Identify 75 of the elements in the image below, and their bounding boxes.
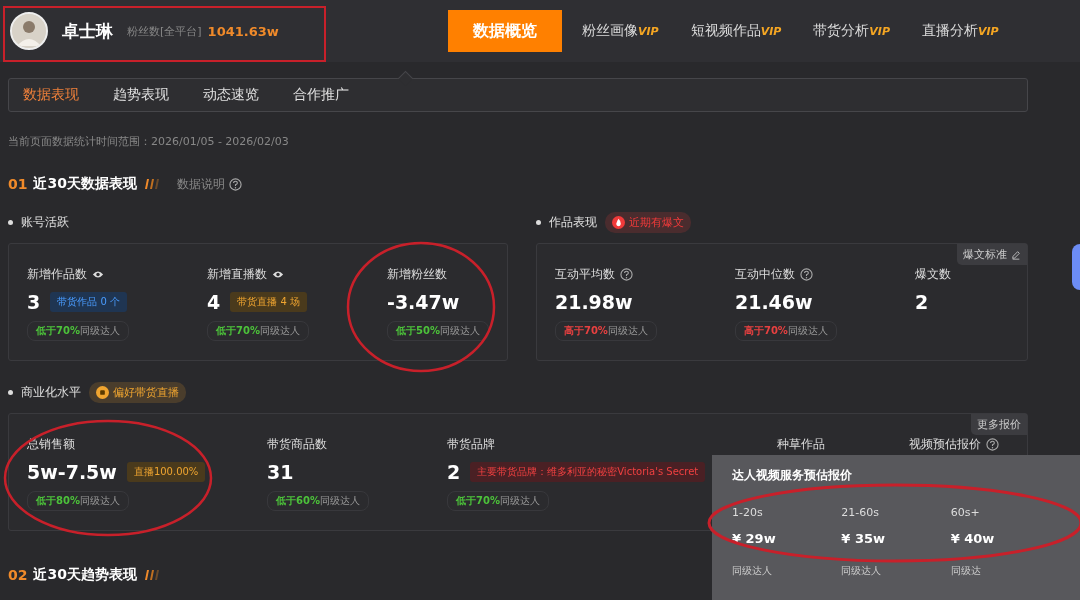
nav-tab[interactable]: 带货分析VIP [797,10,906,52]
subsection-title: 商业化水平 [21,383,81,401]
nav-tab[interactable]: 粉丝画像VIP [566,10,675,52]
help-link[interactable]: 数据说明 [176,175,225,193]
metric-label: 带货品牌 [447,436,495,453]
section-number: 01 [8,176,28,192]
status-badge: 近期有爆文 [604,211,691,233]
metric-tag: 带货作品 0 个 [50,292,127,312]
metric-label: 新增粉丝数 [387,266,447,283]
sub-tab[interactable]: 合作推广 [285,86,357,104]
stripes-icon [142,179,161,189]
comparison-label: 同级达 [950,564,982,578]
metric-value: 31 [267,461,294,483]
comparison-label: 高于70%同级达人 [734,321,837,341]
fans-label: 粉丝数[全平台] [127,23,202,39]
eye-icon [272,270,284,279]
comparison-label: 低于70%同级达人 [207,321,309,341]
help-icon[interactable] [619,268,633,281]
comparison-label: 低于70%同级达人 [27,321,129,341]
section-number: 02 [8,567,28,583]
comparison-label: 低于60%同级达人 [267,491,369,511]
metric-value: 21.46w [734,291,813,313]
status-badge: 偏好带货直播 [89,381,186,403]
metric-value: 5w-7.5w [27,461,117,483]
metric-label: 互动平均数 [554,266,615,283]
comparison-label: 低于70%同级达人 [447,491,549,511]
comparison-label: 高于70%同级达人 [554,321,657,341]
comparison-label: 低于80%同级达人 [27,491,129,511]
edit-icon [1011,249,1021,260]
stripes-icon [142,570,161,580]
duration-label: 21-60s [841,506,881,519]
help-icon[interactable] [799,268,813,281]
subsection-title: 账号活跃 [21,213,69,231]
metric-value: 2 [914,291,929,313]
coin-icon [96,385,109,399]
eye-icon [92,270,104,279]
subsection-title: 作品表现 [548,213,597,231]
metric-label: 视频预估报价 [909,436,981,453]
corner-button[interactable]: 爆文标准 [957,244,1027,265]
profile-name: 卓士琳 [62,19,113,43]
corner-button[interactable]: 更多报价 [971,414,1027,435]
metric-label: 新增直播数 [207,266,267,283]
price-value: ¥ 40w [950,531,996,546]
metric-label: 种草作品 [777,436,825,453]
price-value: ¥ 35w [841,531,886,546]
flame-icon [611,215,625,229]
duration-label: 1-20s [732,506,764,519]
metric-label: 新增作品数 [27,266,87,283]
sub-tab[interactable]: 趋势表现 [105,86,177,104]
metric-value: 21.98w [554,291,633,313]
metric-label: 爆文数 [914,266,951,283]
metric-tag: 主要带货品牌：维多利亚的秘密Victoria's Secret [470,462,706,482]
nav-tab[interactable]: 短视频作品VIP [674,10,798,52]
section-title: 近30天数据表现 [33,175,137,193]
sub-tab[interactable]: 动态速览 [195,86,267,104]
fans-count: 1041.63w [207,23,279,39]
metric-tag: 带货直播 4 场 [230,292,307,312]
metric-value: 4 [207,291,221,313]
metric-value: -3.47w [387,291,460,313]
metric-value: 2 [447,461,461,483]
duration-label: 60s+ [950,506,981,519]
comparison-label: 同级达人 [732,564,773,578]
metric-label: 带货商品数 [267,436,327,453]
metric-label: 互动中位数 [734,266,795,283]
help-icon[interactable] [986,438,999,451]
popup-title: 达人视频服务预估报价 [732,467,853,484]
metric-tag: 直播100.00% [126,462,206,482]
metric-value: 3 [27,291,41,313]
sub-tab[interactable]: 数据表现 [15,86,87,104]
avatar [10,12,48,50]
nav-tab[interactable]: 直播分析VIP [906,10,1015,52]
comparison-label: 同级达人 [841,564,883,578]
section-title: 近30天趋势表现 [33,566,137,584]
help-icon[interactable] [228,177,242,191]
date-range: 当前页面数据统计时间范围：2026/01/05 - 2026/02/03 [8,134,290,149]
